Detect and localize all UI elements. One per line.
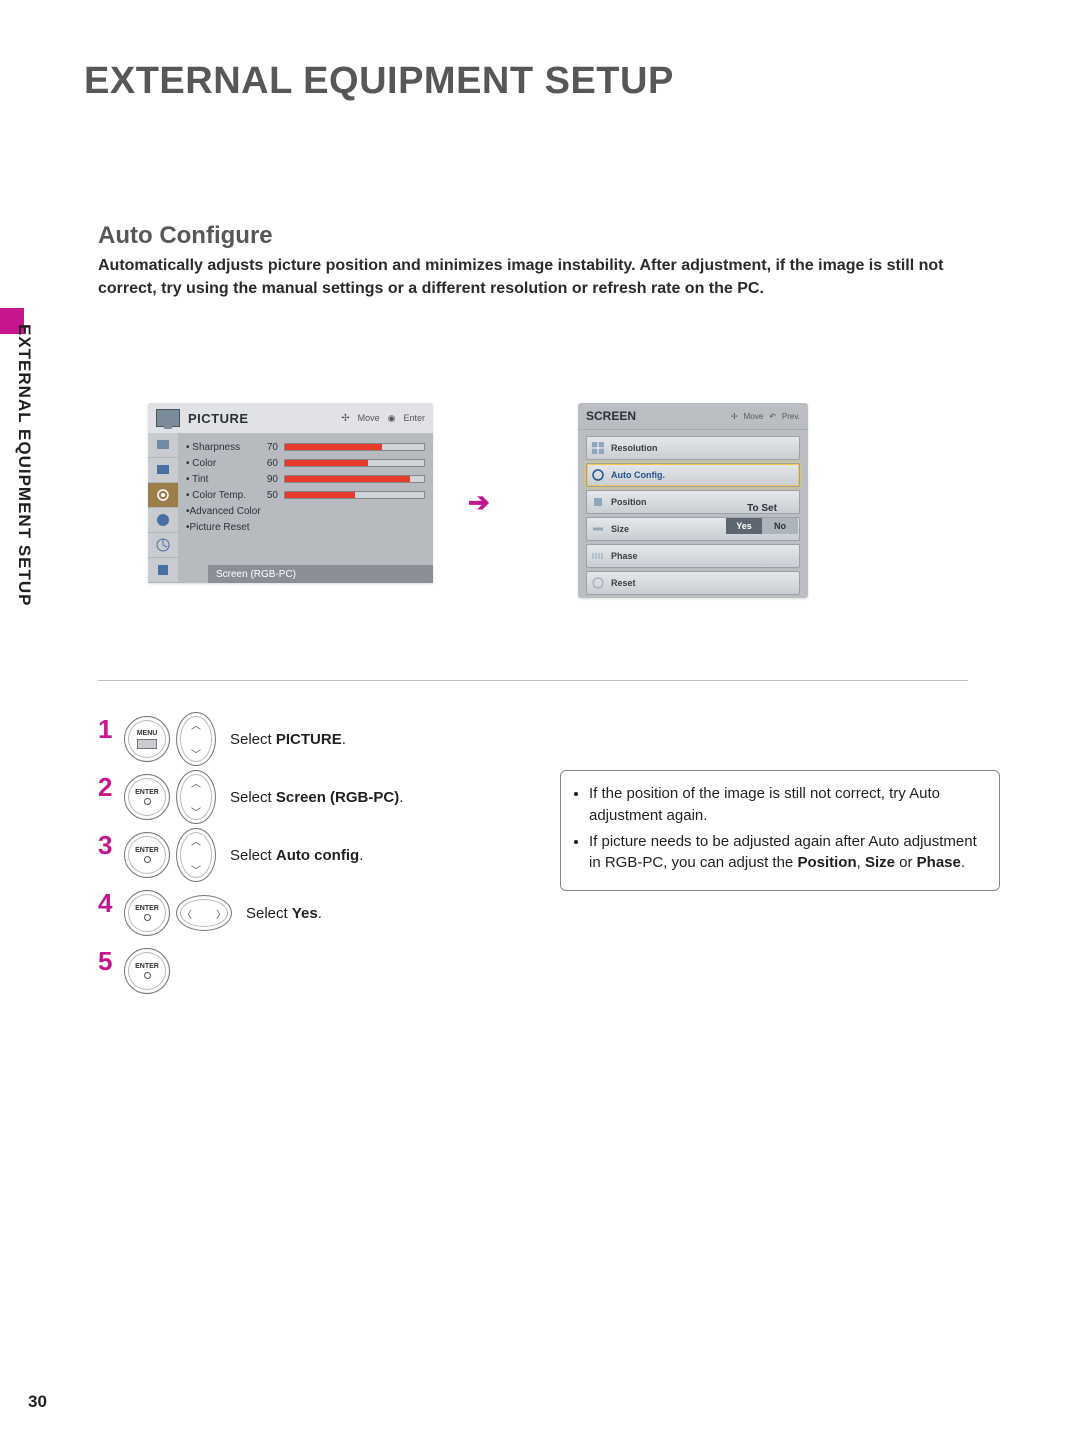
yes-button: Yes [726, 518, 762, 534]
nav-icon-3-selected [148, 483, 178, 508]
step-text: Select Yes. [246, 905, 322, 922]
step-1: 1 MENU ︿﹀ Select PICTURE. [98, 710, 538, 768]
nav-icon-6 [148, 558, 178, 583]
step-4: 4 ENTER 〈〉 Select Yes. [98, 884, 538, 942]
step-text: Select Screen (RGB-PC). [230, 789, 403, 806]
divider [98, 680, 968, 681]
hint-prev: Prev. [782, 412, 800, 421]
osd-left-nav [148, 433, 178, 583]
osd-picture-content: • Sharpness70 • Color60 • Tint90 • Color… [178, 433, 433, 583]
screen-item-autoconfig-selected: Auto Config. [586, 463, 800, 487]
screen-item-reset: Reset [586, 571, 800, 595]
row-sharpness-bar [284, 443, 425, 451]
step-number: 5 [98, 946, 124, 977]
remote-enter-button: ENTER [124, 774, 170, 820]
dpad-icon: ✢ [731, 412, 738, 421]
nav-icon-1 [148, 433, 178, 458]
remote-enter-button: ENTER [124, 832, 170, 878]
hint-move: Move [744, 412, 764, 421]
hint-move: Move [358, 413, 380, 423]
row-tint-value: 90 [260, 474, 278, 485]
arrow-icon: ➔ [468, 487, 490, 518]
screen-item-resolution: Resolution [586, 436, 800, 460]
osd-picture-header: PICTURE ✢ Move ◉ Enter [148, 403, 433, 433]
remote-updown-button: ︿﹀ [176, 828, 216, 882]
remote-enter-button: ENTER [124, 948, 170, 994]
remote-enter-button: ENTER [124, 890, 170, 936]
note-line-1: If the position of the image is still no… [589, 783, 985, 827]
link-picture-reset: Picture Reset [190, 522, 250, 533]
remote-menu-button: MENU [124, 716, 170, 762]
row-tint-bar [284, 475, 425, 483]
no-button: No [762, 518, 798, 534]
to-set-label: To Set [726, 503, 798, 514]
side-tab-label: EXTERNAL EQUIPMENT SETUP [14, 324, 34, 607]
tv-icon [156, 409, 180, 427]
steps-list: 1 MENU ︿﹀ Select PICTURE. 2 ENTER ︿﹀ Sel… [98, 710, 538, 1000]
remote-updown-button: ︿﹀ [176, 712, 216, 766]
section-title: Auto Configure [98, 222, 273, 250]
screen-item-phase: Phase [586, 544, 800, 568]
step-text: Select PICTURE. [230, 731, 346, 748]
hint-enter: Enter [403, 413, 425, 423]
return-icon: ↶ [769, 412, 776, 421]
step-5: 5 ENTER [98, 942, 538, 1000]
remote-leftright-button: 〈〉 [176, 895, 232, 931]
osd-picture-title: PICTURE [188, 411, 249, 426]
step-3: 3 ENTER ︿﹀ Select Auto config. [98, 826, 538, 884]
row-color-bar [284, 459, 425, 467]
osd-screen-title: SCREEN [586, 409, 636, 423]
page-title: EXTERNAL EQUIPMENT SETUP [84, 60, 674, 103]
row-sharpness-label: Sharpness [192, 442, 240, 453]
dpad-icon: ✢ [341, 413, 349, 424]
row-tint-label: Tint [192, 474, 208, 485]
nav-icon-4 [148, 508, 178, 533]
step-number: 3 [98, 830, 124, 861]
page-number: 30 [28, 1392, 47, 1412]
row-colortemp-value: 50 [260, 490, 278, 501]
step-2: 2 ENTER ︿﹀ Select Screen (RGB-PC). [98, 768, 538, 826]
step-number: 4 [98, 888, 124, 919]
row-screen-rgbpc-selected: Screen (RGB-PC) [208, 565, 433, 583]
remote-updown-button: ︿﹀ [176, 770, 216, 824]
intro-text: Automatically adjusts picture position a… [98, 254, 968, 300]
to-set-block: To Set Yes No [726, 503, 798, 534]
enter-dot-icon: ◉ [388, 413, 396, 424]
link-advanced-color: Advanced Color [190, 506, 261, 517]
note-box: If the position of the image is still no… [560, 770, 1000, 891]
osd-picture-panel: PICTURE ✢ Move ◉ Enter • Sharpness70 • C… [148, 403, 433, 583]
row-colortemp-label: Color Temp. [192, 490, 246, 501]
nav-icon-2 [148, 458, 178, 483]
row-color-value: 60 [260, 458, 278, 469]
osd-screen-hints: ✢ Move ↶ Prev. [731, 412, 800, 421]
step-number: 1 [98, 714, 124, 745]
note-line-2: If picture needs to be adjusted again af… [589, 831, 985, 875]
row-color-label: Color [192, 458, 216, 469]
osd-picture-hints: ✢ Move ◉ Enter [341, 413, 425, 424]
step-number: 2 [98, 772, 124, 803]
nav-icon-5 [148, 533, 178, 558]
figure-area: PICTURE ✢ Move ◉ Enter • Sharpness70 • C… [98, 395, 968, 680]
row-colortemp-bar [284, 491, 425, 499]
osd-screen-panel: SCREEN ✢ Move ↶ Prev. Resolution Auto Conf… [578, 403, 808, 598]
step-text: Select Auto config. [230, 847, 363, 864]
row-sharpness-value: 70 [260, 442, 278, 453]
